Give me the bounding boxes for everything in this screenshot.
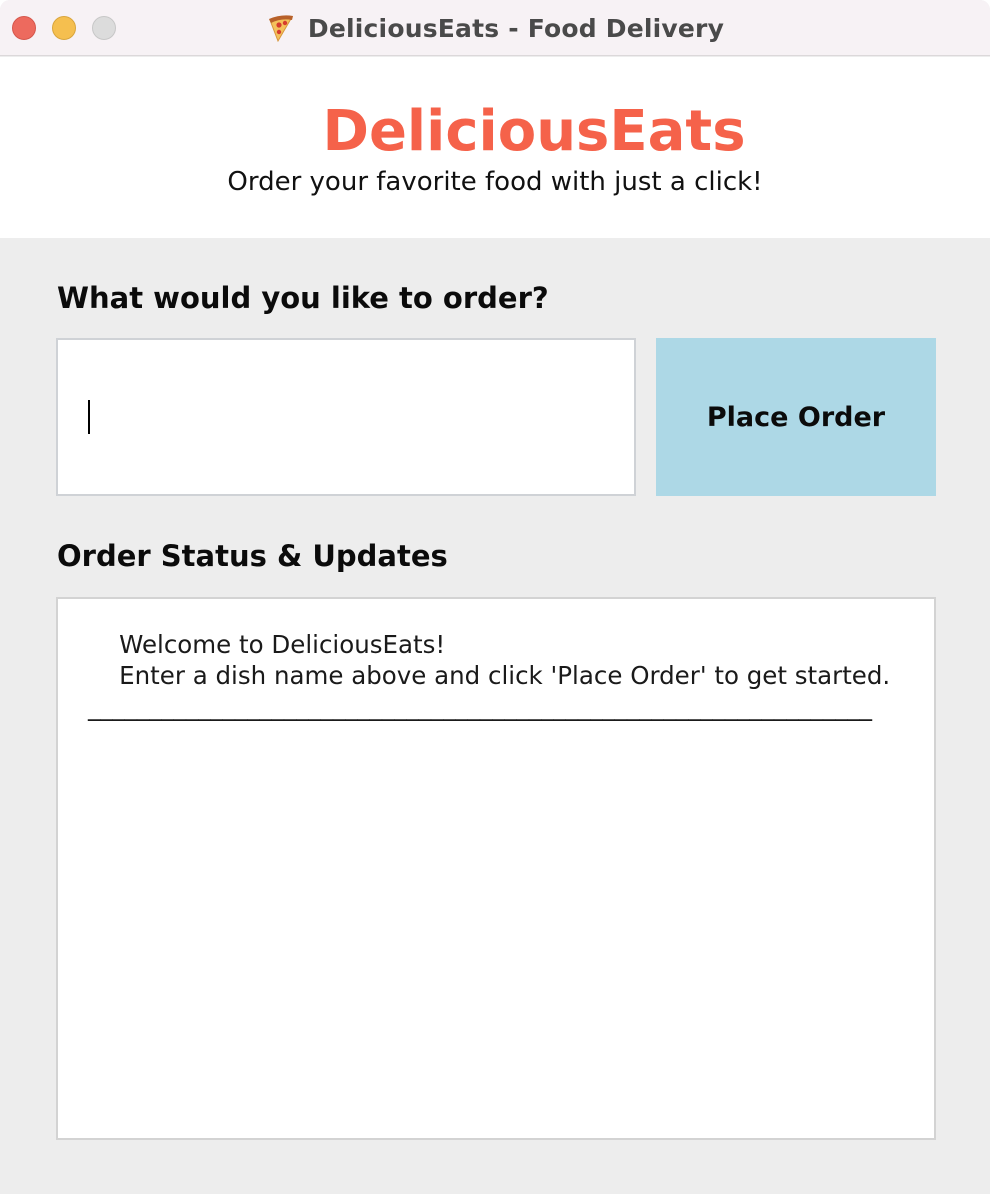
order-status-textarea[interactable]: Welcome to DeliciousEats! Enter a dish n… <box>56 597 936 1140</box>
brand-tagline: Order your favorite food with just a cli… <box>227 167 763 197</box>
app-header: DeliciousEats Order your favorite food w… <box>0 57 990 238</box>
app-window: DeliciousEats - Food Delivery DeliciousE… <box>0 0 990 1194</box>
order-status-label: Order Status & Updates <box>57 539 448 573</box>
text-caret <box>88 400 90 434</box>
dish-name-input[interactable] <box>56 338 636 496</box>
pizza-icon <box>268 15 293 43</box>
brand-title: DeliciousEats <box>322 99 746 164</box>
place-order-button[interactable]: Place Order <box>656 338 936 496</box>
window-title-wrap: DeliciousEats - Food Delivery <box>0 0 990 56</box>
window-title: DeliciousEats - Food Delivery <box>307 13 725 43</box>
order-prompt-label: What would you like to order? <box>57 281 549 315</box>
title-bar: DeliciousEats - Food Delivery <box>0 0 990 56</box>
